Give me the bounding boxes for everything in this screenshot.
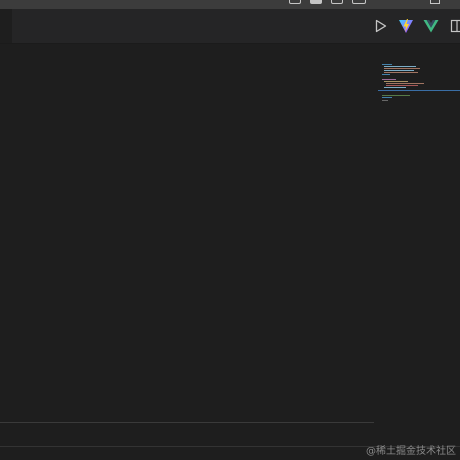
vue-icon xyxy=(423,20,439,33)
watermark: @稀土掘金技术社区 xyxy=(366,446,456,457)
active-editor-tab[interactable] xyxy=(0,9,12,43)
title-bar xyxy=(0,0,460,9)
vue-button[interactable] xyxy=(420,9,442,43)
toggle-primary-sidebar-icon[interactable] xyxy=(289,0,301,4)
run-button[interactable] xyxy=(370,9,392,43)
toggle-secondary-sidebar-icon[interactable] xyxy=(331,0,343,4)
split-editor-icon xyxy=(450,19,460,33)
customize-layout-icon[interactable] xyxy=(352,0,366,4)
play-icon xyxy=(375,19,387,33)
vite-icon xyxy=(399,19,413,33)
split-editor-button[interactable] xyxy=(446,9,460,43)
minimap-slider[interactable] xyxy=(378,90,460,91)
minimap[interactable] xyxy=(378,60,460,110)
window-control-icon[interactable] xyxy=(430,0,440,4)
vite-button[interactable] xyxy=(395,9,417,43)
toggle-panel-icon[interactable] xyxy=(310,0,322,4)
